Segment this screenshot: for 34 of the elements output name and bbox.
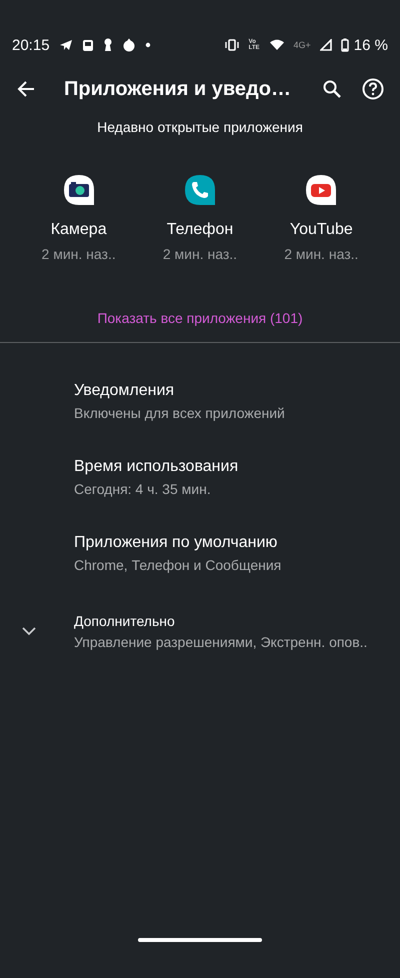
item-summary: Включены для всех приложений — [74, 404, 285, 420]
item-title: Приложения по умолчанию — [74, 534, 278, 552]
item-summary: Сегодня: 4 ч. 35 мин. — [74, 480, 211, 496]
item-summary: Управление разрешениями, Экстренн. опов.. — [74, 634, 368, 650]
dot-icon — [144, 42, 151, 48]
app-last-used: 2 мин. наз.. — [42, 246, 116, 262]
app-name: YouTube — [290, 221, 353, 239]
item-title: Время использования — [74, 458, 238, 476]
camera-icon — [62, 173, 96, 207]
network-type: 4G+ — [294, 40, 311, 50]
play-icon — [304, 173, 338, 207]
wifi-icon — [268, 39, 285, 51]
keyhole-icon — [102, 38, 113, 52]
battery-percent: 16 % — [354, 36, 388, 54]
show-all-link[interactable]: Показать все приложения (101) — [91, 306, 309, 330]
item-title: Уведомления — [74, 382, 174, 400]
help-icon — [362, 78, 384, 100]
app-last-used: 2 мин. наз.. — [284, 246, 358, 262]
section-heading: Недавно открытые приложения — [97, 119, 303, 137]
signal-icon — [320, 39, 332, 51]
app-name: Камера — [50, 221, 107, 239]
item-title: Дополнительно — [74, 612, 175, 628]
item-summary: Chrome, Телефон и Сообщения — [74, 556, 282, 572]
back-icon — [16, 79, 36, 99]
app-name: Телефон — [166, 221, 234, 239]
paper-plane-icon — [58, 39, 73, 51]
search-icon — [322, 79, 342, 99]
vibrate-icon — [224, 39, 240, 51]
app-last-used: 2 мин. наз.. — [162, 246, 238, 262]
tablet-icon — [82, 38, 94, 52]
page-title: Приложения и уведо… — [64, 78, 292, 100]
battery-icon — [340, 38, 349, 52]
phone-icon — [182, 173, 217, 207]
status-time: 20:15 — [12, 36, 50, 54]
